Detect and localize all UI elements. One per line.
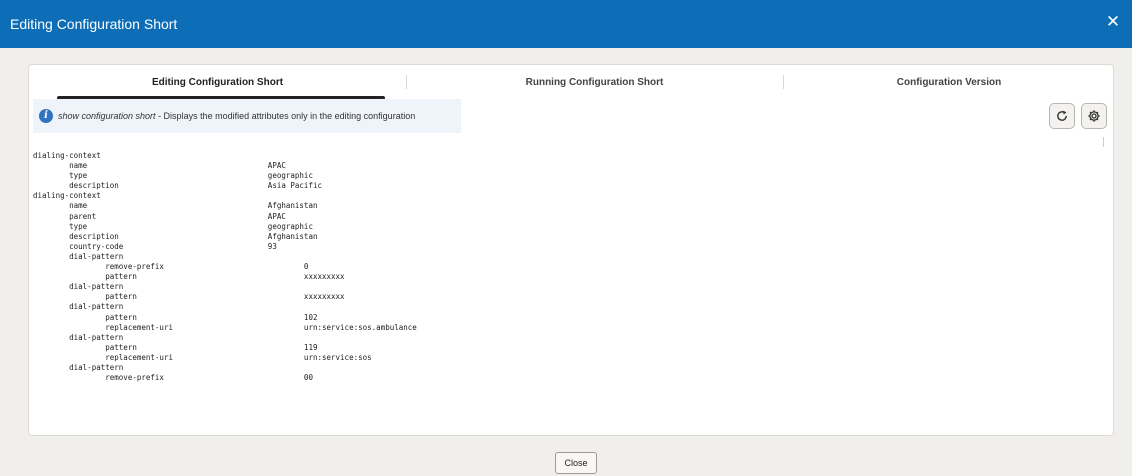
close-icon[interactable]: ✕ [1104, 13, 1122, 31]
close-button[interactable]: Close [555, 452, 597, 474]
tab-configuration-version[interactable]: Configuration Version [783, 65, 1113, 101]
content-panel: Editing Configuration Short Running Conf… [28, 64, 1114, 436]
configuration-text: dialing-context name APAC type geographi… [33, 151, 417, 383]
tab-running-configuration-short[interactable]: Running Configuration Short [406, 65, 783, 101]
scrollbar-thumb[interactable] [1103, 137, 1104, 147]
gear-icon [1088, 110, 1100, 122]
info-description: - Displays the modified attributes only … [155, 111, 416, 121]
settings-button[interactable] [1081, 103, 1107, 129]
tab-bar: Editing Configuration Short Running Conf… [29, 65, 1113, 101]
refresh-icon [1057, 110, 1067, 121]
info-command: show configuration short [58, 111, 156, 121]
info-banner: i show configuration short - Displays th… [33, 99, 461, 133]
dialog-title: Editing Configuration Short [10, 16, 178, 32]
refresh-button[interactable] [1049, 103, 1075, 129]
dialog-titlebar: Editing Configuration Short ✕ [0, 0, 1132, 48]
info-icon: i [39, 109, 53, 123]
